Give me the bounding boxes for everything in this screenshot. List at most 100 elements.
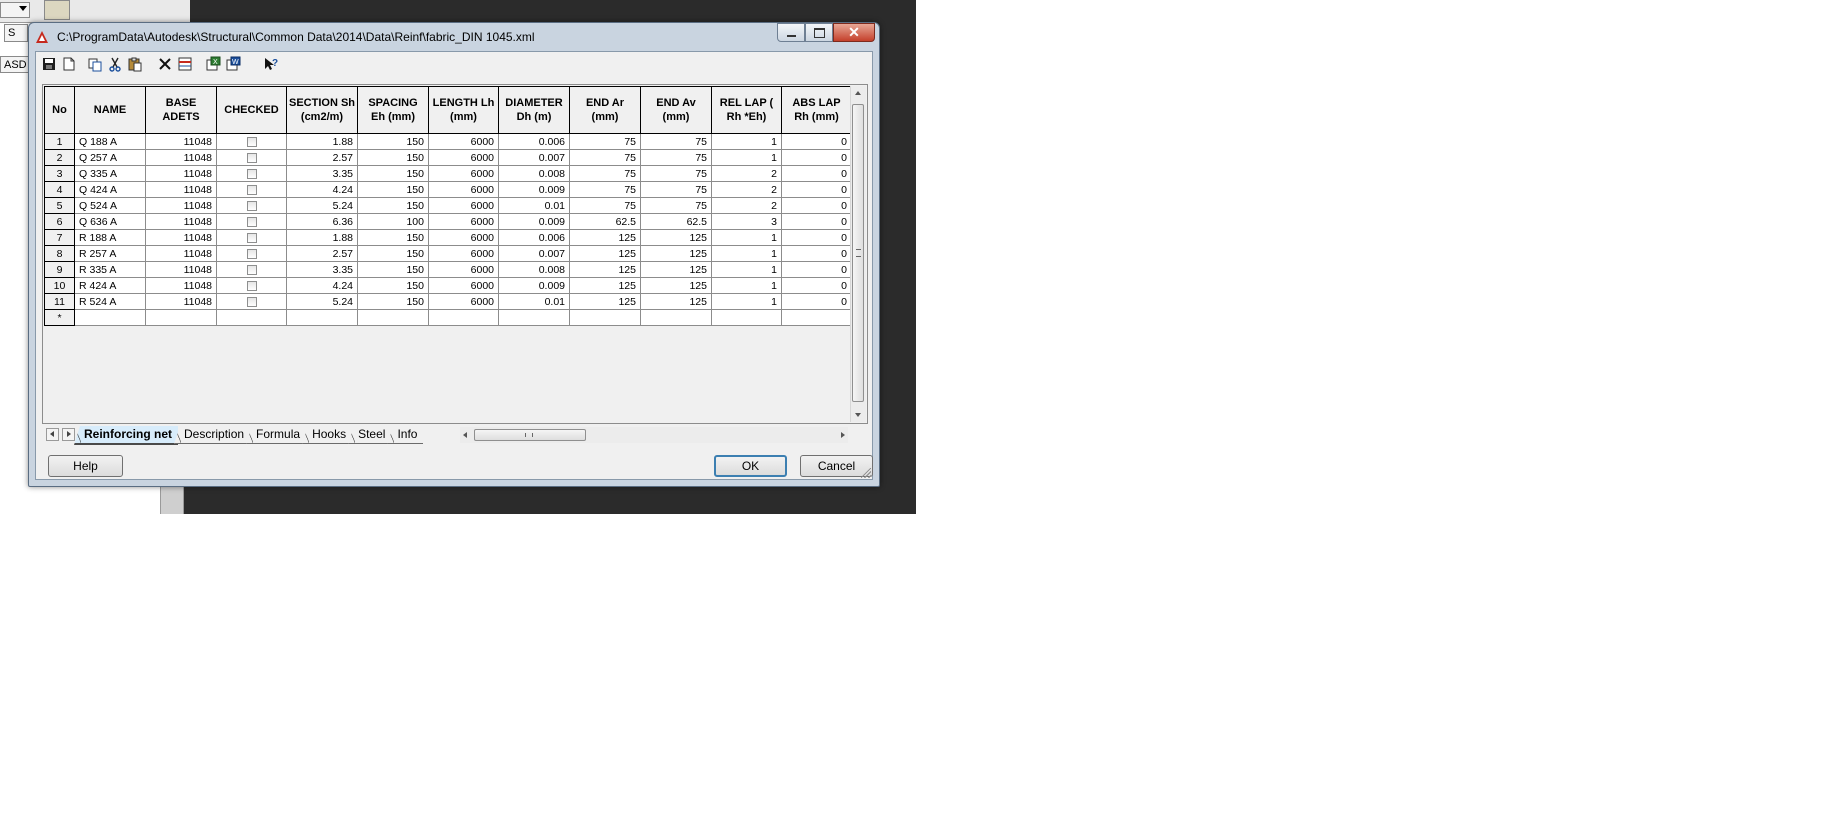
cell-end-ar[interactable]: 125 — [569, 277, 641, 294]
cell-name[interactable]: R 188 A — [74, 229, 146, 246]
cell-length[interactable]: 6000 — [428, 293, 499, 310]
checked-checkbox[interactable] — [246, 152, 257, 163]
cell-section[interactable]: 5.24 — [286, 197, 358, 214]
scroll-left-icon[interactable] — [463, 432, 467, 438]
copy-button[interactable] — [86, 55, 104, 73]
cell-section[interactable]: 3.35 — [286, 261, 358, 278]
table-row[interactable]: 6Q 636 A 11048 6.36 100 6000 0.009 62.5 62.5 3 0 — [44, 213, 852, 230]
column-header-length[interactable]: LENGTH Lh (mm) — [428, 86, 499, 134]
cell-section[interactable]: 5.24 — [286, 293, 358, 310]
cell-rel-lap[interactable]: 1 — [711, 133, 782, 150]
ok-button[interactable]: OK — [714, 455, 787, 477]
new-row-cell-checked[interactable] — [216, 309, 287, 326]
cell-name[interactable]: Q 335 A — [74, 165, 146, 182]
cut-button[interactable] — [106, 55, 124, 73]
horizontal-scrollbar[interactable] — [460, 427, 848, 443]
cell-no[interactable]: 7 — [44, 229, 75, 246]
cell-length[interactable]: 6000 — [428, 229, 499, 246]
new-row-cell-name[interactable] — [74, 309, 146, 326]
table-row[interactable]: 8R 257 A 11048 2.57 150 6000 0.007 125 125 1 0 — [44, 245, 852, 262]
cell-spacing[interactable]: 150 — [357, 293, 429, 310]
cell-diameter[interactable]: 0.008 — [498, 261, 570, 278]
column-header-name[interactable]: NAME — [74, 86, 146, 134]
cell-section[interactable]: 4.24 — [286, 181, 358, 198]
cell-name[interactable]: Q 636 A — [74, 213, 146, 230]
cell-name[interactable]: R 424 A — [74, 277, 146, 294]
cell-abs-lap[interactable]: 0 — [781, 229, 852, 246]
cell-name[interactable]: Q 524 A — [74, 197, 146, 214]
cell-rel-lap[interactable]: 3 — [711, 213, 782, 230]
cell-no[interactable]: 10 — [44, 277, 75, 294]
column-header-spacing[interactable]: SPACING Eh (mm) — [357, 86, 429, 134]
cell-rel-lap[interactable]: 1 — [711, 277, 782, 294]
dialog-titlebar[interactable]: C:\ProgramData\Autodesk\Structural\Commo… — [29, 23, 879, 51]
checked-checkbox[interactable] — [246, 200, 257, 211]
cell-abs-lap[interactable]: 0 — [781, 213, 852, 230]
cell-spacing[interactable]: 150 — [357, 133, 429, 150]
checked-checkbox[interactable] — [246, 136, 257, 147]
column-header-diameter[interactable]: DIAMETER Dh (m) — [498, 86, 570, 134]
column-header-checked[interactable]: CHECKED — [216, 86, 287, 134]
cell-rel-lap[interactable]: 2 — [711, 197, 782, 214]
cell-diameter[interactable]: 0.006 — [498, 229, 570, 246]
export-excel-button[interactable]: X — [204, 55, 222, 73]
cell-base[interactable]: 11048 — [145, 133, 217, 150]
new-button[interactable] — [60, 55, 78, 73]
cell-rel-lap[interactable]: 2 — [711, 165, 782, 182]
column-header-end-ar[interactable]: END Ar (mm) — [569, 86, 641, 134]
cell-no[interactable]: 9 — [44, 261, 75, 278]
cell-section[interactable]: 1.88 — [286, 133, 358, 150]
cell-spacing[interactable]: 150 — [357, 181, 429, 198]
delete-button[interactable] — [156, 55, 174, 73]
column-header-abs-lap[interactable]: ABS LAP Rh (mm) — [781, 86, 852, 134]
cell-rel-lap[interactable]: 1 — [711, 149, 782, 166]
cell-no[interactable]: 6 — [44, 213, 75, 230]
checked-checkbox[interactable] — [246, 232, 257, 243]
tab-formula[interactable]: Formula — [246, 426, 307, 444]
cell-length[interactable]: 6000 — [428, 261, 499, 278]
cell-rel-lap[interactable]: 1 — [711, 293, 782, 310]
tab-description[interactable]: Description — [174, 426, 251, 444]
cell-base[interactable]: 11048 — [145, 245, 217, 262]
resize-grip[interactable] — [861, 468, 871, 478]
cell-abs-lap[interactable]: 0 — [781, 293, 852, 310]
cell-end-av[interactable]: 75 — [640, 149, 712, 166]
cell-base[interactable]: 11048 — [145, 181, 217, 198]
vertical-scrollbar[interactable] — [850, 86, 866, 422]
cell-spacing[interactable]: 150 — [357, 245, 429, 262]
cell-end-ar[interactable]: 125 — [569, 293, 641, 310]
save-button[interactable] — [40, 55, 58, 73]
cell-no[interactable]: 4 — [44, 181, 75, 198]
cell-length[interactable]: 6000 — [428, 165, 499, 182]
cell-length[interactable]: 6000 — [428, 197, 499, 214]
cell-end-ar[interactable]: 75 — [569, 133, 641, 150]
new-row-cell-end-av[interactable] — [640, 309, 712, 326]
minimize-button[interactable] — [777, 23, 805, 42]
checked-checkbox[interactable] — [246, 248, 257, 259]
new-row[interactable]: * — [44, 309, 852, 326]
column-header-section[interactable]: SECTION Sh (cm2/m) — [286, 86, 358, 134]
cell-base[interactable]: 11048 — [145, 261, 217, 278]
cell-rel-lap[interactable]: 1 — [711, 229, 782, 246]
cell-no[interactable]: 8 — [44, 245, 75, 262]
cell-name[interactable]: R 524 A — [74, 293, 146, 310]
cell-base[interactable]: 11048 — [145, 293, 217, 310]
background-dropdown[interactable] — [0, 2, 30, 18]
cell-diameter[interactable]: 0.01 — [498, 293, 570, 310]
cell-length[interactable]: 6000 — [428, 181, 499, 198]
new-row-cell-end-ar[interactable] — [569, 309, 641, 326]
cell-end-ar[interactable]: 75 — [569, 181, 641, 198]
insert-row-button[interactable] — [176, 55, 194, 73]
table-row[interactable]: 7R 188 A 11048 1.88 150 6000 0.006 125 125 1 0 — [44, 229, 852, 246]
new-row-cell-no[interactable]: * — [44, 309, 75, 326]
vertical-scroll-thumb[interactable] — [852, 104, 864, 402]
cell-name[interactable]: R 335 A — [74, 261, 146, 278]
new-row-cell-base[interactable] — [145, 309, 217, 326]
cell-section[interactable]: 4.24 — [286, 277, 358, 294]
tab-scroll-left-button[interactable] — [46, 428, 59, 441]
tab-info[interactable]: Info — [387, 426, 424, 444]
tab-hooks[interactable]: Hooks — [302, 426, 353, 444]
cell-end-av[interactable]: 62.5 — [640, 213, 712, 230]
cell-diameter[interactable]: 0.009 — [498, 213, 570, 230]
cell-diameter[interactable]: 0.008 — [498, 165, 570, 182]
